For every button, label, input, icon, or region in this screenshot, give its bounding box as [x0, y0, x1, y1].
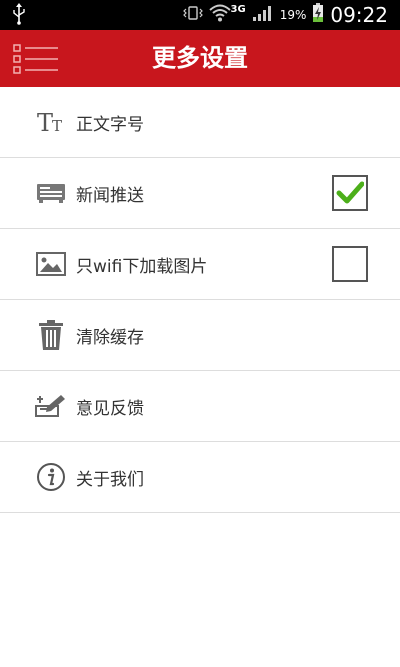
vibrate-icon — [182, 5, 203, 25]
settings-list: T T 正文字号 新闻推送 只wifi下加载图片 清除缓存 意见反馈 关于我们 — [0, 87, 400, 513]
settings-item-wifi-images[interactable]: 只wifi下加载图片 — [0, 229, 400, 300]
news-push-icon — [34, 176, 68, 210]
settings-item-font-size[interactable]: T T 正文字号 — [0, 87, 400, 158]
settings-item-label: 新闻推送 — [76, 185, 144, 206]
trash-icon — [34, 318, 68, 352]
info-icon — [34, 460, 68, 494]
battery-charging-icon — [312, 3, 324, 27]
clock: 09:22 — [330, 3, 388, 27]
wifi-images-checkbox[interactable] — [332, 246, 368, 282]
settings-item-label: 只wifi下加载图片 — [76, 256, 208, 277]
list-menu-icon — [12, 44, 60, 79]
wifi-icon — [208, 4, 231, 26]
image-icon — [34, 247, 68, 281]
settings-item-about[interactable]: 关于我们 — [0, 442, 400, 513]
settings-item-label: 意见反馈 — [76, 398, 144, 419]
svg-text:T: T — [52, 117, 62, 135]
font-size-icon: T T — [34, 105, 68, 139]
usb-icon — [12, 3, 26, 29]
settings-item-clear-cache[interactable]: 清除缓存 — [0, 300, 400, 371]
status-bar: 3G 19% 09:22 — [0, 0, 400, 30]
settings-item-feedback[interactable]: 意见反馈 — [0, 371, 400, 442]
settings-item-label: 关于我们 — [76, 469, 144, 490]
news-push-checkbox[interactable] — [332, 175, 368, 211]
signal-icon — [252, 4, 274, 26]
feedback-icon — [34, 389, 68, 423]
settings-item-label: 清除缓存 — [76, 327, 144, 348]
network-type: 3G — [230, 3, 246, 15]
battery-percent: 19% — [279, 8, 307, 22]
settings-item-news-push[interactable]: 新闻推送 — [0, 158, 400, 229]
menu-button[interactable] — [12, 43, 60, 75]
page-title: 更多设置 — [152, 44, 248, 72]
svg-text:T: T — [37, 109, 53, 135]
settings-item-label: 正文字号 — [76, 114, 144, 135]
app-bar: 更多设置 — [0, 30, 400, 87]
